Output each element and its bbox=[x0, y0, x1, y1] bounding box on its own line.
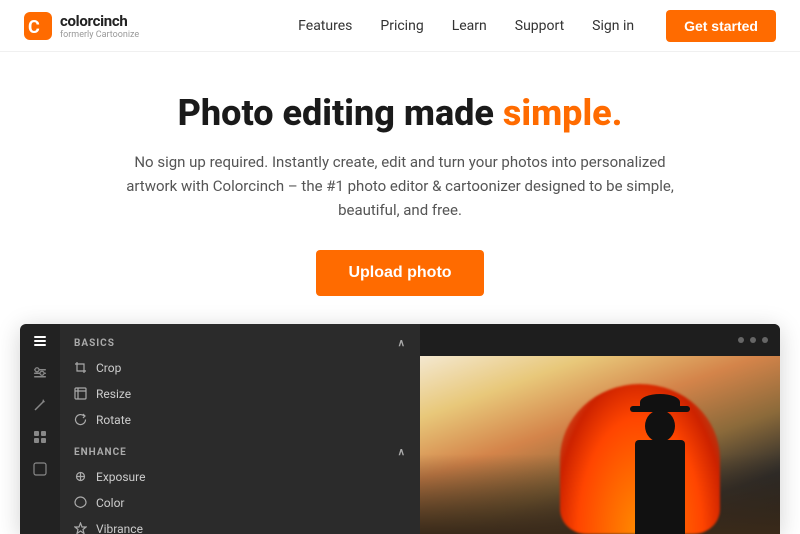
sidebar-basics-header: BASICS ∧ bbox=[60, 334, 420, 355]
vibrance-icon bbox=[74, 522, 88, 534]
enhance-collapse-icon[interactable]: ∧ bbox=[398, 447, 406, 458]
logo-name: colorcinch bbox=[60, 12, 139, 30]
topbar-dot-2 bbox=[750, 337, 756, 343]
sidebar-icon-grid[interactable] bbox=[33, 430, 47, 448]
sidebar-item-crop[interactable]: Crop bbox=[60, 355, 420, 381]
logo-text: colorcinch formerly Cartoonize bbox=[60, 12, 139, 40]
nav-learn[interactable]: Learn bbox=[452, 18, 487, 34]
crop-label: Crop bbox=[96, 361, 121, 375]
rotate-label: Rotate bbox=[96, 413, 131, 427]
hero-section: Photo editing made simple. No sign up re… bbox=[0, 52, 800, 324]
svg-text:C: C bbox=[28, 17, 40, 38]
logo-sub: formerly Cartoonize bbox=[60, 30, 139, 40]
color-icon bbox=[74, 496, 88, 510]
hero-description: No sign up required. Instantly create, e… bbox=[110, 150, 690, 222]
nav-support[interactable]: Support bbox=[515, 18, 564, 34]
rotate-icon bbox=[74, 413, 88, 427]
basics-label: BASICS bbox=[74, 338, 115, 349]
resize-label: Resize bbox=[96, 387, 131, 401]
app-preview-wrapper: BASICS ∧ Crop Resize bbox=[0, 324, 800, 534]
sidebar-icon-strip bbox=[20, 324, 60, 534]
sidebar-icon-adjustments[interactable] bbox=[33, 366, 47, 384]
hero-title-accent: simple. bbox=[503, 92, 622, 134]
get-started-button[interactable]: Get started bbox=[666, 10, 776, 42]
topbar-dots bbox=[738, 337, 768, 343]
hero-title-part1: Photo editing made bbox=[178, 92, 503, 134]
sidebar-panel: BASICS ∧ Crop Resize bbox=[60, 324, 420, 534]
enhance-label: ENHANCE bbox=[74, 447, 127, 458]
vibrance-label: Vibrance bbox=[96, 522, 143, 534]
sidebar-icon-layers[interactable] bbox=[33, 334, 47, 352]
sidebar-icon-magic[interactable] bbox=[33, 398, 47, 416]
basics-collapse-icon[interactable]: ∧ bbox=[398, 338, 406, 349]
sidebar-item-resize[interactable]: Resize bbox=[60, 381, 420, 407]
sidebar-item-rotate[interactable]: Rotate bbox=[60, 407, 420, 433]
topbar-dot-1 bbox=[738, 337, 744, 343]
crop-icon bbox=[74, 361, 88, 375]
resize-icon bbox=[74, 387, 88, 401]
body bbox=[635, 440, 685, 500]
color-label: Color bbox=[96, 496, 124, 510]
canvas-image bbox=[420, 356, 780, 534]
head bbox=[645, 410, 675, 442]
nav-pricing[interactable]: Pricing bbox=[380, 18, 423, 34]
exposure-icon bbox=[74, 470, 88, 484]
canvas-topbar bbox=[420, 324, 780, 356]
topbar-dot-3 bbox=[762, 337, 768, 343]
exposure-label: Exposure bbox=[96, 470, 145, 484]
figure-silhouette bbox=[620, 394, 700, 534]
app-preview: BASICS ∧ Crop Resize bbox=[20, 324, 780, 534]
logo-icon: C bbox=[24, 12, 52, 40]
logo[interactable]: C colorcinch formerly Cartoonize bbox=[24, 12, 139, 40]
sidebar-icon-text[interactable] bbox=[33, 462, 47, 480]
sidebar-item-color[interactable]: Color bbox=[60, 490, 420, 516]
sidebar-enhance-header: ENHANCE ∧ bbox=[60, 437, 420, 464]
canvas-area bbox=[420, 324, 780, 534]
nav: Features Pricing Learn Support Sign in G… bbox=[298, 10, 776, 42]
sidebar-item-exposure[interactable]: Exposure bbox=[60, 464, 420, 490]
nav-features[interactable]: Features bbox=[298, 18, 352, 34]
upload-photo-button[interactable]: Upload photo bbox=[316, 250, 483, 296]
hero-title: Photo editing made simple. bbox=[20, 92, 780, 134]
signin-link[interactable]: Sign in bbox=[592, 18, 634, 34]
header: C colorcinch formerly Cartoonize Feature… bbox=[0, 0, 800, 52]
sidebar-item-vibrance[interactable]: Vibrance bbox=[60, 516, 420, 534]
